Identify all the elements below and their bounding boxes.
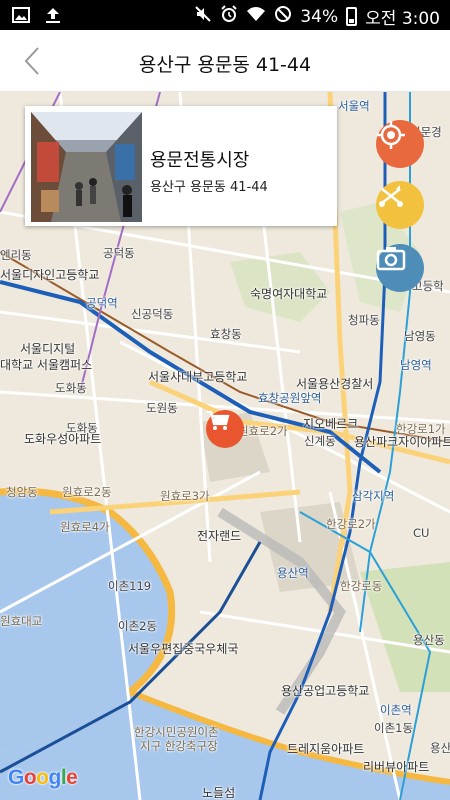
map-label: 원효로2가 <box>238 424 288 438</box>
map-label: 리버뷰아파트 <box>363 760 430 774</box>
map-label: 대학교 서울캠퍼스 <box>0 358 93 372</box>
map-label: 이촌1동 <box>374 721 414 735</box>
map-label: 신공덕동 <box>131 307 174 321</box>
map-label: 용산 <box>430 741 450 755</box>
map-view[interactable]: 서울역 리문경 공덕동 엔리동 서울디자인고등학교 공덕역 신공덕동 숙명여자대… <box>0 92 450 800</box>
upload-icon <box>44 6 62 28</box>
map-label: 원효로3가 <box>160 489 210 503</box>
place-info-card[interactable]: 용문전통시장 용산구 용문동 41-44 <box>25 106 337 226</box>
map-label: 이촌2동 <box>118 619 158 633</box>
map-label: 용산공업고등학교 <box>281 684 370 698</box>
map-label: 서울우편집중국우체국 <box>128 642 239 656</box>
map-label: 남영역 <box>400 358 432 372</box>
map-label: 지오베르크 <box>303 417 359 431</box>
app-header: 용산구 용문동 41-44 <box>0 30 450 92</box>
alarm-icon <box>220 5 238 28</box>
map-label: 원효로4가 <box>60 520 110 534</box>
map-label: 도화우성아파트 <box>24 432 102 446</box>
map-label: 엔리동 <box>0 248 32 262</box>
route-icon <box>379 185 403 207</box>
map-label: 서울역 <box>338 99 370 113</box>
map-label: 서울디지털 <box>20 342 76 356</box>
map-label: 삼각지역 <box>352 489 395 503</box>
page-title: 용산구 용문동 41-44 <box>138 54 312 76</box>
wifi-icon <box>246 6 266 27</box>
battery-icon <box>346 7 358 26</box>
map-label: 효창공원앞역 <box>258 391 322 405</box>
map-label: 숙명여자대학교 <box>250 287 328 301</box>
map-label: 용산역 <box>277 566 309 580</box>
map-label: 도화동 <box>55 381 87 395</box>
shopping-cart-icon <box>207 410 230 430</box>
map-label: 서울디자인고등학교 <box>0 268 100 282</box>
status-bar: 34% 오전 3:00 <box>0 0 450 30</box>
map-label: 공덕역 <box>86 296 118 310</box>
map-label: 원효로2동 <box>62 485 112 499</box>
map-label: 도원동 <box>146 401 178 415</box>
place-photo <box>31 112 142 222</box>
map-label: 청암동 <box>6 485 38 499</box>
target-icon <box>377 121 405 149</box>
map-label: 남영동 <box>404 329 436 343</box>
map-label: 신계동 <box>304 434 336 448</box>
map-label: 트레지움아파트 <box>287 742 365 756</box>
camera-icon <box>376 247 406 271</box>
route-button[interactable] <box>376 181 424 229</box>
map-label: CU <box>413 526 430 540</box>
market-marker[interactable] <box>206 410 244 448</box>
google-logo: Google <box>8 766 78 789</box>
map-label: 전자랜드 <box>197 529 242 543</box>
map-label: 한강로2가 <box>326 517 376 531</box>
map-label: 한강로동 <box>340 579 383 593</box>
map-label: 노들섬 <box>202 786 236 800</box>
map-label: 효창동 <box>210 327 242 341</box>
camera-button[interactable] <box>376 244 424 292</box>
place-address: 용산구 용문동 41-44 <box>150 180 268 195</box>
place-name: 용문전통시장 <box>150 150 250 171</box>
locate-button[interactable] <box>376 120 424 168</box>
block-icon <box>274 5 292 28</box>
mute-icon <box>194 5 212 28</box>
map-label: 공덕동 <box>103 246 135 260</box>
clock: 오전 3:00 <box>365 9 440 29</box>
map-label: 이촌역 <box>380 703 412 717</box>
battery-percent: 34% <box>300 6 339 27</box>
map-label: 용산동 <box>413 633 445 647</box>
image-icon <box>12 7 30 27</box>
map-label: 청파동 <box>348 313 380 327</box>
map-label: 서울사대부고등학교 <box>148 370 248 384</box>
map-label: 이촌119 <box>108 579 152 593</box>
map-label: 지구 한강축구장 <box>140 739 218 753</box>
map-label: 용산파크자이아파트 <box>354 435 450 449</box>
map-label: 원효대교 <box>0 614 43 628</box>
